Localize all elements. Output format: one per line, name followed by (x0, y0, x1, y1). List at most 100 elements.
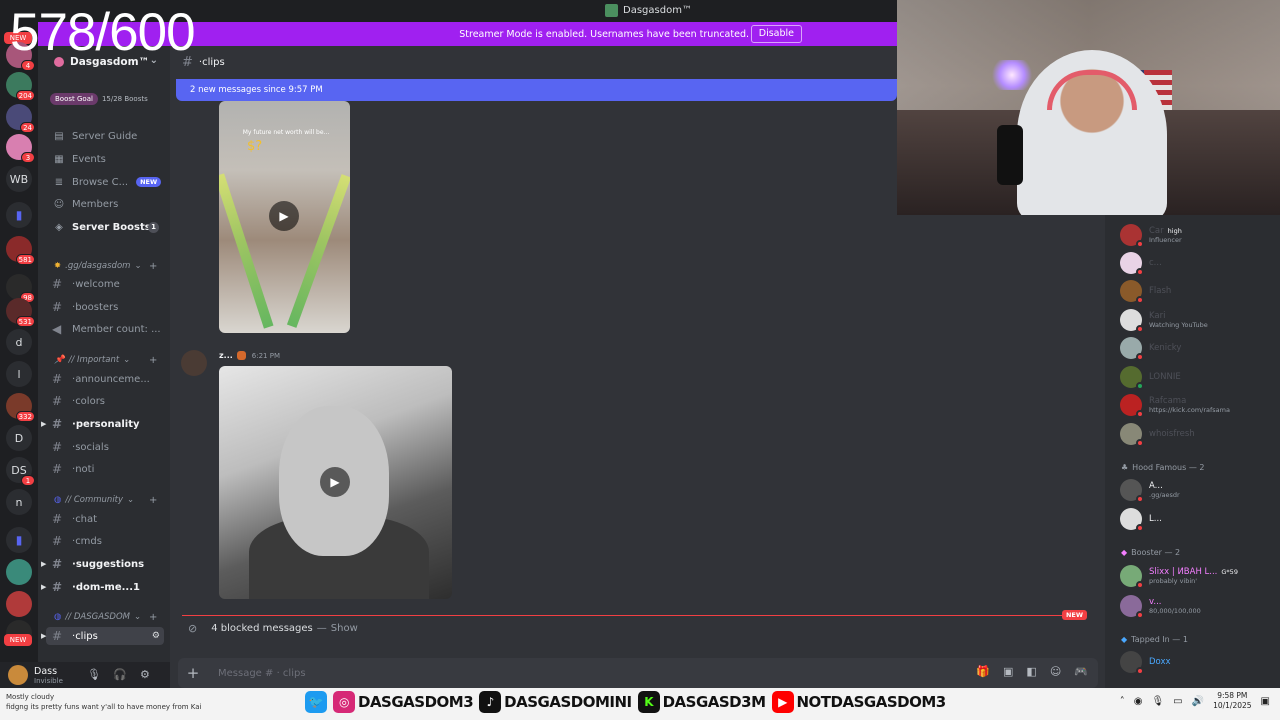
message-header: z... 6:21 PM (219, 351, 280, 360)
avatar[interactable] (181, 350, 207, 376)
channel-suggestions[interactable]: ▶ # · suggestions (41, 555, 144, 573)
channel-boosters[interactable]: # · boosters (52, 298, 118, 316)
boost-goal[interactable]: Boost Goal 15/28 Boosts (50, 92, 158, 106)
server-icon-wb[interactable]: WB (6, 166, 32, 192)
video-attachment-2[interactable]: ▶ (219, 366, 452, 599)
sticker-icon[interactable]: ◧ (1026, 665, 1036, 678)
server-icon-4[interactable]: 3 (6, 134, 35, 163)
member-item[interactable]: Kari Watching YouTube (1120, 307, 1208, 333)
server-icon-8[interactable]: 332 (6, 393, 35, 422)
video-attachment-1[interactable]: My future net worth will be... $? ▶ (219, 101, 350, 333)
member-item[interactable]: Rafcama https://kick.com/rafsama (1120, 392, 1230, 418)
wifi-icon[interactable]: ▭ (1173, 696, 1182, 707)
new-messages-bar[interactable]: 2 new messages since 9:57 PM (176, 79, 897, 101)
volume-icon[interactable]: 🔊 (1192, 696, 1204, 707)
channel-announcements[interactable]: # · announceme... (52, 370, 150, 388)
channel-welcome[interactable]: # · welcome (52, 275, 120, 293)
server-icon-DS[interactable]: DS 1 (6, 457, 35, 486)
channel-sidebar: Dasgasdom™ ⌄ Boost Goal 15/28 Boosts ▤ Se… (38, 46, 170, 662)
channel-personality[interactable]: ▶ # · personality (41, 415, 140, 433)
mic-icon[interactable]: 🎙 (1151, 696, 1164, 707)
server-icon-5[interactable]: 581 (6, 236, 35, 265)
nav-browse-channels[interactable]: ≣ Browse C... NEW (52, 173, 162, 191)
channel-noti[interactable]: # · noti (52, 460, 94, 478)
server-icon-l[interactable]: l (6, 361, 32, 387)
mic-icon[interactable]: 🎙 (87, 668, 101, 681)
boost-icon: ◈ (55, 221, 63, 233)
play-icon[interactable]: ▶ (320, 467, 350, 497)
category-community[interactable]: ◍// Community ⌄ + (54, 493, 157, 507)
category-important[interactable]: 📌// Important ⌄ + (54, 353, 157, 367)
nav-members[interactable]: ☺ Members (52, 195, 119, 213)
blocked-messages: ⊘ 4 blocked messages — Show (188, 622, 358, 635)
window-title: Dasgasdom™ (605, 4, 692, 17)
member-item[interactable]: A... .gg/aesdr (1120, 477, 1180, 503)
attach-plus-icon[interactable]: + (178, 664, 208, 682)
network-icon[interactable]: ◉ (1134, 696, 1143, 707)
webcam-feed (897, 0, 1280, 215)
category-dasgasdom[interactable]: ✸ .gg/dasgasdom ⌄ + (54, 259, 157, 273)
member-item[interactable]: c... (1120, 250, 1162, 276)
server-icon (605, 4, 618, 17)
gift-icon[interactable]: 🎁 (976, 665, 990, 678)
member-item[interactable]: Doxx (1120, 649, 1171, 675)
server-icon-n[interactable]: n (6, 489, 32, 515)
channel-tools-icon: ⚙ (151, 631, 160, 641)
nav-events[interactable]: ▦ Events (52, 150, 106, 168)
member-item[interactable]: Slixx | ИВАН L... G*59 probably vibin' (1120, 563, 1238, 589)
money-emoji-icon: $? (247, 139, 263, 154)
channel-cmds[interactable]: # · cmds (52, 532, 102, 550)
gif-icon[interactable]: ▣ (1003, 665, 1013, 678)
kick-icon: K (637, 691, 660, 713)
nav-server-guide[interactable]: ▤ Server Guide (52, 127, 137, 145)
channel-clips-selected[interactable]: ▶ # · clips ⚙ (41, 627, 164, 645)
server-icon-10[interactable] (6, 591, 32, 617)
notification-icon[interactable]: ▣ (1261, 696, 1270, 707)
disable-button[interactable]: Disable (750, 25, 802, 43)
channel-dom-me[interactable]: ▶ # · dom-me... 1 (41, 578, 140, 596)
member-list: Car high Influencer c... Flash Kari Watchin… (1105, 215, 1280, 688)
clock[interactable]: 9:58 PM 10/1/2025 (1213, 691, 1251, 711)
category-dasgasdom-2[interactable]: ◍// DASGASDOM ⌄ + (54, 610, 157, 624)
server-icon-2[interactable]: 204 (6, 72, 35, 101)
new-messages-divider: NEW (182, 610, 1087, 620)
folder-icon-2[interactable]: ▮ (6, 527, 32, 553)
member-item[interactable]: Flash (1120, 278, 1171, 304)
youtube-handle: ▶ NOTDASGASDOM3 (771, 691, 946, 713)
server-icon-6[interactable]: 98 (6, 274, 35, 303)
twitter-handle: 🐦 (305, 691, 327, 713)
server-icon-3[interactable]: 24 (6, 104, 35, 133)
kick-handle: K DASGASD3M (637, 691, 766, 713)
server-icon-d[interactable]: d (6, 329, 32, 355)
member-item[interactable]: v... 80,000/100,000 (1120, 593, 1201, 619)
user-panel: Dass Invisible 🎙 🎧 ⚙ (0, 662, 170, 688)
tiktok-handle: ♪ DASGASDOMINI (479, 691, 632, 713)
channel-chat[interactable]: # · chat (52, 510, 97, 528)
play-icon[interactable]: ▶ (269, 201, 299, 231)
member-item[interactable]: whoisfresh (1120, 421, 1195, 447)
headphones-icon[interactable]: 🎧 (113, 668, 127, 681)
member-item[interactable]: Car high Influencer (1120, 222, 1182, 248)
nav-server-boosts[interactable]: ◈ Server Boosts 1 (52, 218, 159, 236)
server-icon-7[interactable]: 531 (6, 298, 35, 327)
member-item[interactable]: Kenicky (1120, 335, 1181, 361)
server-icon-D[interactable]: D (6, 425, 32, 451)
settings-gear-icon[interactable]: ⚙ (140, 668, 150, 681)
diamond-icon: ◆ (1121, 635, 1128, 644)
stream-overlay-bar: Mostly cloudy fidgng its pretty funs wan… (0, 688, 1280, 720)
channel-member-count[interactable]: ◀ Member count: ... (52, 320, 161, 338)
tiktok-icon: ♪ (479, 691, 502, 713)
avatar[interactable] (8, 665, 28, 685)
member-item[interactable]: LONNIE (1120, 364, 1181, 390)
apps-icon[interactable]: 🎮 (1074, 665, 1088, 678)
server-icon-9[interactable] (6, 559, 32, 585)
instagram-handle: ◎ DASGASDOM3 (333, 691, 474, 713)
channel-colors[interactable]: # · colors (52, 392, 105, 410)
channel-socials[interactable]: # · socials (52, 438, 109, 456)
folder-icon[interactable]: ▮ (6, 202, 32, 228)
chevron-up-icon[interactable]: ˄ (1120, 696, 1125, 707)
message-composer[interactable]: + Message # · clips 🎁 ▣ ◧ ☺ 🎮 (178, 658, 1098, 688)
emoji-icon[interactable]: ☺ (1050, 665, 1061, 678)
show-blocked-link[interactable]: Show (331, 623, 358, 634)
member-item[interactable]: L... (1120, 506, 1162, 532)
